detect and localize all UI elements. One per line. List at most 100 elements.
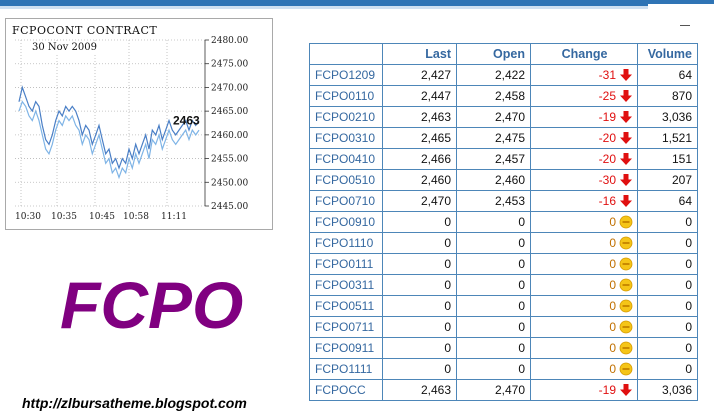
price-line-series	[18, 85, 200, 170]
contract-link[interactable]: FCPO0511	[309, 295, 383, 317]
change-value: 0	[609, 362, 616, 376]
table-row: FCPO0310 2,465 2,475 -20 1,521	[309, 127, 698, 149]
chart-date: 30 Nov 2009	[31, 42, 98, 53]
open-price-cell: 2,457	[456, 148, 531, 170]
change-value: -19	[598, 110, 616, 124]
contract-link[interactable]: FCPO0910	[309, 211, 383, 233]
last-price-cell: 0	[382, 358, 457, 380]
neutral-circle-icon	[619, 278, 633, 292]
contract-link[interactable]: FCPO0510	[309, 169, 383, 191]
y-tick-label: 2450.00	[211, 178, 248, 188]
y-tick-label: 2470.00	[211, 83, 248, 93]
open-price-cell: 2,470	[456, 106, 531, 128]
change-cell: 0	[530, 232, 638, 254]
contract-link[interactable]: FCPO0110	[309, 85, 383, 107]
header-change: Change	[530, 43, 638, 65]
x-tick-label: 10:45	[89, 212, 115, 222]
last-price-cell: 2,463	[382, 379, 457, 401]
volume-cell: 0	[637, 232, 698, 254]
change-cell: -30	[530, 169, 638, 191]
contract-link[interactable]: FCPO0711	[309, 316, 383, 338]
change-value: 0	[609, 341, 616, 355]
change-value: -19	[598, 383, 616, 397]
open-price-cell: 2,422	[456, 64, 531, 86]
volume-cell: 3,036	[637, 106, 698, 128]
volume-cell: 64	[637, 64, 698, 86]
last-price-cell: 2,470	[382, 190, 457, 212]
neutral-circle-icon	[619, 236, 633, 250]
last-price-cell: 0	[382, 274, 457, 296]
contract-link[interactable]: FCPO0911	[309, 337, 383, 359]
volume-cell: 0	[637, 295, 698, 317]
table-row: FCPO0210 2,463 2,470 -19 3,036	[309, 106, 698, 128]
chart-series	[18, 85, 200, 180]
table-row: FCPO1110 0 0 0 0	[309, 232, 698, 254]
table-row: FCPO0711 0 0 0 0	[309, 316, 698, 338]
change-cell: 0	[530, 316, 638, 338]
open-price-cell: 0	[456, 358, 531, 380]
down-arrow-icon	[620, 132, 632, 144]
contract-link[interactable]: FCPO0311	[309, 274, 383, 296]
quotes-table: Last Open Change Volume FCPO1209 2,427 2,4…	[309, 43, 698, 401]
site-url-link[interactable]: http://zlbursatheme.blogspot.com	[22, 395, 247, 411]
table-row: FCPO0911 0 0 0 0	[309, 337, 698, 359]
open-price-cell: 0	[456, 232, 531, 254]
table-row: FCPO0910 0 0 0 0	[309, 211, 698, 233]
table-row: FCPO0511 0 0 0 0	[309, 295, 698, 317]
last-price-cell: 2,463	[382, 106, 457, 128]
change-value: 0	[609, 320, 616, 334]
table-row: FCPO1209 2,427 2,422 -31 64	[309, 64, 698, 86]
header-open: Open	[456, 43, 531, 65]
contract-link[interactable]: FCPO0111	[309, 253, 383, 275]
open-price-cell: 2,453	[456, 190, 531, 212]
contract-link[interactable]: FCPO1110	[309, 232, 383, 254]
contract-link[interactable]: FCPO0410	[309, 148, 383, 170]
volume-cell: 207	[637, 169, 698, 191]
change-value: -16	[598, 194, 616, 208]
change-cell: 0	[530, 337, 638, 359]
contract-link[interactable]: FCPO0210	[309, 106, 383, 128]
open-price-cell: 0	[456, 337, 531, 359]
y-tick-label: 2445.00	[211, 202, 248, 212]
change-cell: -19	[530, 106, 638, 128]
last-price-cell: 0	[382, 232, 457, 254]
open-price-cell: 0	[456, 274, 531, 296]
contract-link[interactable]: FCPO1209	[309, 64, 383, 86]
table-row: FCPO0710 2,470 2,453 -16 64	[309, 190, 698, 212]
last-price-cell: 0	[382, 295, 457, 317]
y-tick-label: 2460.00	[211, 131, 248, 141]
table-header-row: Last Open Change Volume	[309, 43, 698, 65]
last-price-cell: 0	[382, 211, 457, 233]
change-value: 0	[609, 215, 616, 229]
last-price-cell: 2,466	[382, 148, 457, 170]
volume-cell: 0	[637, 316, 698, 338]
down-arrow-icon	[620, 384, 632, 396]
change-value: 0	[609, 236, 616, 250]
change-cell: -31	[530, 64, 638, 86]
table-row: FCPO0510 2,460 2,460 -30 207	[309, 169, 698, 191]
x-axis-ticks: 10:30 10:35 10:45 10:58 11:11	[15, 212, 187, 222]
down-arrow-icon	[620, 69, 632, 81]
y-tick-label: 2480.00	[211, 36, 248, 46]
top-accent-shadow	[0, 6, 714, 9]
open-price-cell: 2,460	[456, 169, 531, 191]
x-tick-label: 10:35	[51, 212, 77, 222]
last-price-label: 2463	[173, 114, 200, 128]
header-last: Last	[382, 43, 457, 65]
contract-link[interactable]: FCPO0710	[309, 190, 383, 212]
x-tick-label: 10:30	[15, 212, 41, 222]
contract-link[interactable]: FCPO1111	[309, 358, 383, 380]
contract-link[interactable]: FCPOCC	[309, 379, 383, 401]
y-tick-label: 2475.00	[211, 60, 248, 70]
last-price-cell: 2,460	[382, 169, 457, 191]
down-arrow-icon	[620, 111, 632, 123]
volume-cell: 3,036	[637, 379, 698, 401]
change-cell: -20	[530, 148, 638, 170]
last-price-cell: 0	[382, 316, 457, 338]
header-name	[309, 43, 383, 65]
contract-link[interactable]: FCPO0310	[309, 127, 383, 149]
brand-logo-text: FCPO	[60, 268, 244, 342]
open-price-cell: 2,475	[456, 127, 531, 149]
last-price-cell: 2,447	[382, 85, 457, 107]
neutral-circle-icon	[619, 257, 633, 271]
